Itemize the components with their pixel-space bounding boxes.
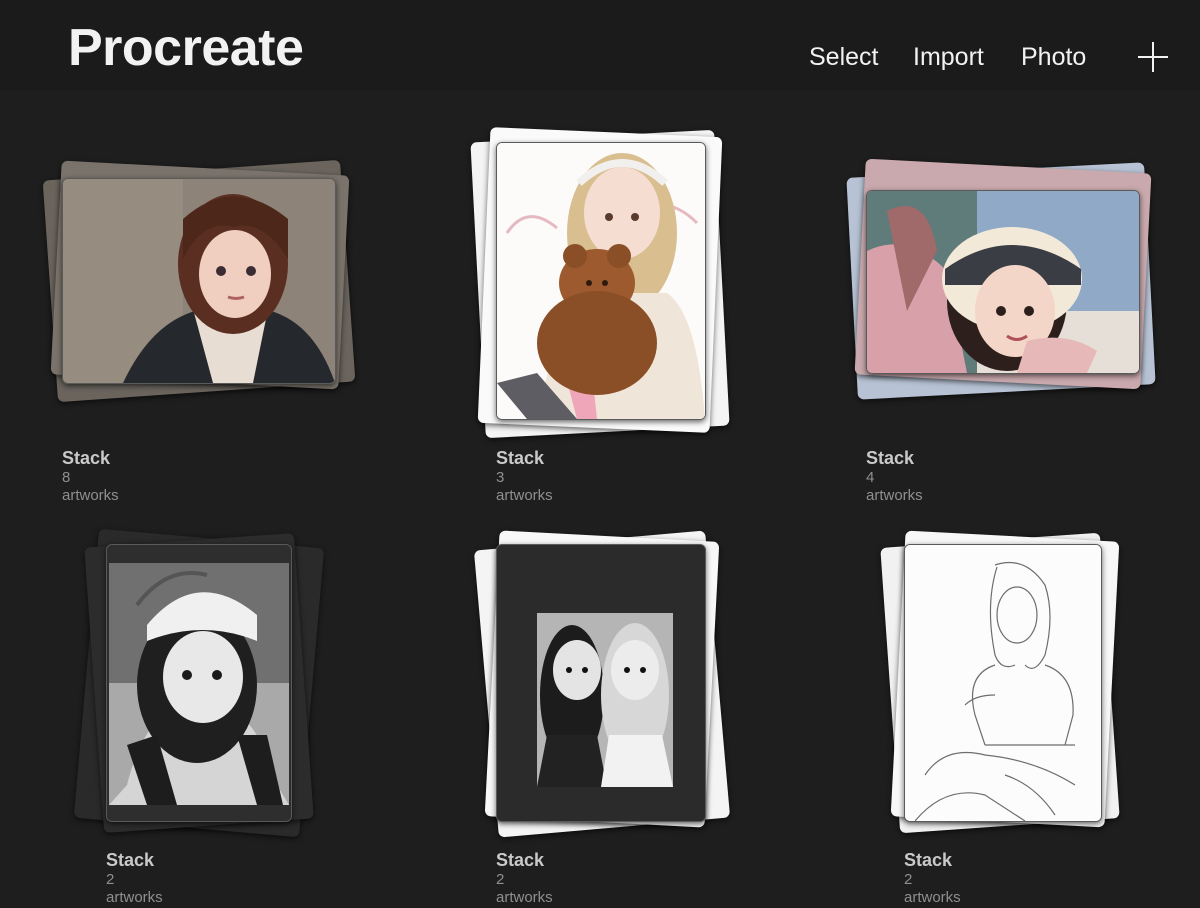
select-button[interactable]: Select: [809, 42, 878, 72]
stack-title: Stack: [62, 448, 111, 468]
stack-title: Stack: [496, 850, 545, 870]
artwork-thumbnail: [106, 544, 292, 822]
stack-count: 4 artworks: [866, 469, 923, 504]
artwork-thumbnail: [496, 544, 706, 822]
stack-count: 8 artworks: [62, 469, 119, 504]
stack-title: Stack: [106, 850, 155, 870]
stack-count: 2 artworks: [904, 871, 961, 906]
stack-title: Stack: [904, 850, 953, 870]
artwork-thumbnail: [496, 142, 706, 420]
stack-count: 2 artworks: [496, 871, 553, 906]
stack-count: 3 artworks: [496, 469, 553, 504]
app-title: Procreate: [68, 19, 304, 77]
stack-title: Stack: [866, 448, 915, 468]
photo-button[interactable]: Photo: [1021, 42, 1086, 72]
artwork-thumbnail: [904, 544, 1102, 822]
artwork-thumbnail: [866, 190, 1140, 374]
artwork-thumbnail: [62, 178, 336, 384]
stack-title: Stack: [496, 448, 545, 468]
top-bar: Procreate Select Import Photo: [0, 0, 1200, 90]
plus-icon[interactable]: [1138, 42, 1168, 72]
import-button[interactable]: Import: [913, 42, 984, 72]
stack-count: 2 artworks: [106, 871, 163, 906]
